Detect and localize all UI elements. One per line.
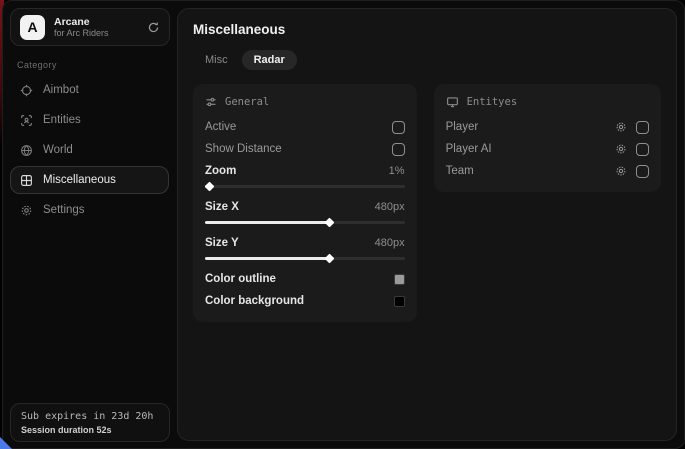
- sliders-icon: [205, 96, 217, 108]
- sidebar-item-miscellaneous[interactable]: Miscellaneous: [10, 166, 169, 194]
- setting-row-color-outline: Color outline: [205, 268, 405, 290]
- general-panel-header: General: [205, 96, 405, 108]
- setting-label: Color outline: [205, 273, 276, 285]
- session-duration-text: Session duration 52s: [21, 425, 159, 435]
- size-y-value: 480px: [375, 237, 405, 249]
- setting-label: Color background: [205, 295, 304, 307]
- zoom-slider[interactable]: [205, 185, 405, 188]
- entity-label: Player AI: [446, 143, 492, 155]
- main-content: Miscellaneous Misc Radar General Active: [177, 8, 677, 441]
- setting-row-active: Active: [205, 116, 405, 138]
- setting-row-color-background: Color background: [205, 290, 405, 312]
- setting-label: Active: [205, 121, 236, 133]
- entities-panel-header: Entityes: [446, 96, 649, 108]
- entity-row-player: Player: [446, 116, 649, 138]
- brand-card: A Arcane for Arc Riders: [10, 8, 170, 46]
- crosshair-icon: [20, 84, 33, 97]
- setting-row-size-y: Size Y 480px: [205, 232, 405, 254]
- entity-gear-icon[interactable]: [615, 143, 627, 155]
- setting-row-zoom: Zoom 1%: [205, 160, 405, 182]
- slider-fill: [205, 221, 329, 224]
- sidebar-item-entities[interactable]: Entities: [10, 106, 169, 134]
- sidebar-item-label: World: [43, 144, 73, 156]
- refresh-icon[interactable]: [147, 21, 160, 34]
- slider-fill: [205, 185, 209, 188]
- sidebar-item-world[interactable]: World: [10, 136, 169, 164]
- setting-label: Size Y: [205, 237, 239, 249]
- player-checkbox[interactable]: [636, 121, 649, 134]
- app-subtitle: for Arc Riders: [54, 28, 109, 38]
- general-panel: General Active Show Distance Zoom 1%: [193, 84, 417, 322]
- player-ai-checkbox[interactable]: [636, 143, 649, 156]
- panel-row: General Active Show Distance Zoom 1%: [193, 84, 661, 322]
- globe-icon: [20, 144, 33, 157]
- sidebar-item-label: Entities: [43, 114, 81, 126]
- team-checkbox[interactable]: [636, 165, 649, 178]
- desktop-blue-corner: [0, 437, 12, 449]
- active-checkbox[interactable]: [392, 121, 405, 134]
- setting-row-show-distance: Show Distance: [205, 138, 405, 160]
- scan-person-icon: [20, 114, 33, 127]
- tab-bar: Misc Radar: [193, 50, 661, 70]
- entity-label: Player: [446, 121, 479, 133]
- entity-label: Team: [446, 165, 474, 177]
- color-background-swatch[interactable]: [394, 296, 405, 307]
- app-window: A Arcane for Arc Riders Category Aimbot: [2, 0, 685, 449]
- zoom-value: 1%: [389, 165, 405, 177]
- setting-row-size-x: Size X 480px: [205, 196, 405, 218]
- subscription-card: Sub expires in 23d 20h Session duration …: [10, 403, 170, 442]
- entities-panel-title: Entityes: [467, 96, 518, 108]
- sidebar-nav: Aimbot Entities World: [3, 76, 176, 224]
- page-title: Miscellaneous: [193, 22, 661, 37]
- entity-row-team: Team: [446, 160, 649, 182]
- show-distance-checkbox[interactable]: [392, 143, 405, 156]
- category-label: Category: [17, 60, 176, 70]
- slider-handle[interactable]: [324, 218, 334, 228]
- general-panel-title: General: [225, 96, 269, 108]
- tab-misc[interactable]: Misc: [193, 50, 240, 70]
- setting-label: Show Distance: [205, 143, 282, 155]
- size-x-slider[interactable]: [205, 221, 405, 224]
- app-name: Arcane: [54, 16, 109, 28]
- setting-label: Zoom: [205, 165, 236, 177]
- app-logo: A: [20, 15, 45, 40]
- sidebar-item-label: Aimbot: [43, 84, 79, 96]
- gear-icon: [20, 204, 33, 217]
- grid-icon: [20, 174, 33, 187]
- sidebar-item-label: Miscellaneous: [43, 174, 116, 186]
- size-y-slider[interactable]: [205, 257, 405, 260]
- entities-panel: Entityes Player Player AI: [434, 84, 661, 192]
- sidebar: A Arcane for Arc Riders Category Aimbot: [3, 1, 176, 448]
- entity-gear-icon[interactable]: [615, 121, 627, 133]
- tab-radar[interactable]: Radar: [242, 50, 297, 70]
- sidebar-item-label: Settings: [43, 204, 85, 216]
- sub-expiry-text: Sub expires in 23d 20h: [21, 411, 159, 422]
- sidebar-item-settings[interactable]: Settings: [10, 196, 169, 224]
- size-x-value: 480px: [375, 201, 405, 213]
- entity-gear-icon[interactable]: [615, 165, 627, 177]
- brand-text: Arcane for Arc Riders: [54, 16, 109, 38]
- entity-row-player-ai: Player AI: [446, 138, 649, 160]
- slider-handle[interactable]: [205, 182, 215, 192]
- color-outline-swatch[interactable]: [394, 274, 405, 285]
- monitor-icon: [446, 96, 459, 108]
- sidebar-item-aimbot[interactable]: Aimbot: [10, 76, 169, 104]
- slider-fill: [205, 257, 329, 260]
- setting-label: Size X: [205, 201, 239, 213]
- slider-handle[interactable]: [324, 254, 334, 264]
